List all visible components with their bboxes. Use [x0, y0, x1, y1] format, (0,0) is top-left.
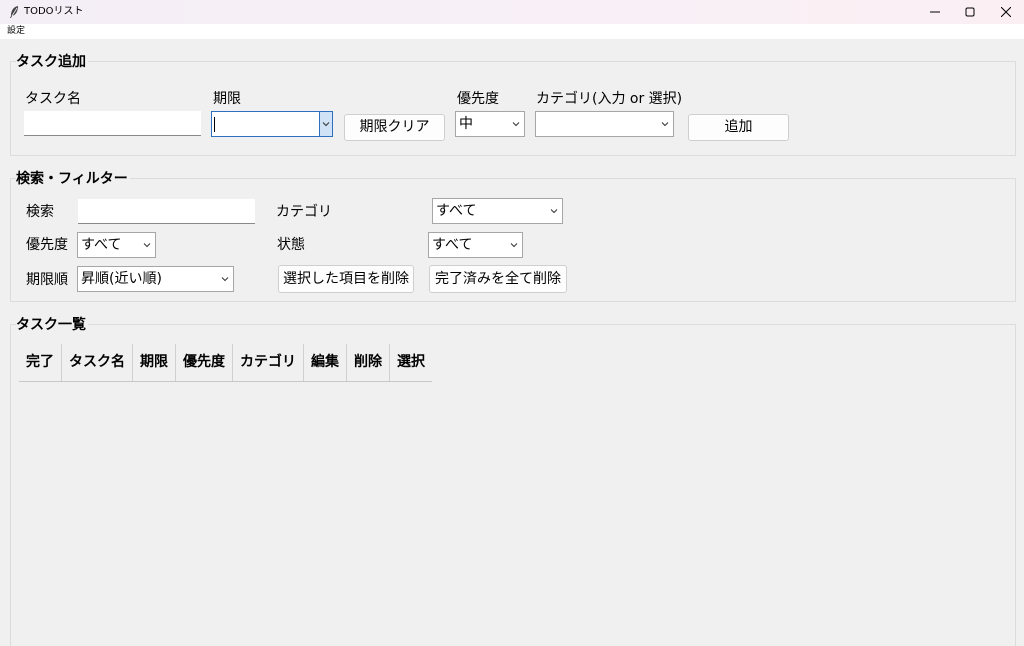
priority-label: 優先度 [457, 91, 499, 107]
search-input[interactable] [78, 199, 255, 224]
delete-selected-button[interactable]: 選択した項目を削除 [278, 265, 414, 293]
title-bar: TODOリスト [0, 0, 1024, 24]
filter-category-label: カテゴリ [276, 204, 332, 220]
task-name-input[interactable] [24, 111, 201, 136]
clear-deadline-button[interactable]: 期限クリア [344, 114, 445, 141]
column-header-priority[interactable]: 優先度 [176, 344, 233, 381]
filter-priority-combobox[interactable]: すべて [77, 232, 156, 258]
status-combobox[interactable]: すべて [428, 232, 523, 258]
column-header-delete[interactable]: 削除 [347, 344, 390, 381]
minimize-icon [930, 11, 940, 13]
column-header-edit[interactable]: 編集 [304, 344, 347, 381]
deadline-label: 期限 [213, 91, 241, 107]
column-header-deadline[interactable]: 期限 [133, 344, 176, 381]
filter-group-title: 検索・フィルター [16, 170, 130, 188]
chevron-down-icon [512, 122, 520, 127]
filter-priority-label: 優先度 [26, 237, 68, 253]
text-caret [214, 117, 215, 132]
menu-bar: 設定 [0, 24, 1024, 39]
task-table-header: 完了 タスク名 期限 優先度 カテゴリ 編集 削除 選択 [19, 344, 432, 382]
status-label: 状態 [277, 237, 305, 253]
sort-label: 期限順 [26, 272, 68, 288]
filter-category-combobox[interactable]: すべて [432, 198, 563, 224]
add-task-button[interactable]: 追加 [688, 114, 789, 141]
chevron-down-icon [510, 243, 518, 248]
add-task-group [10, 61, 1016, 156]
sort-combobox[interactable]: 昇順(近い順) [77, 266, 234, 292]
column-header-category[interactable]: カテゴリ [233, 344, 304, 381]
close-button[interactable] [989, 0, 1023, 24]
category-label: カテゴリ(入力 or 選択) [536, 91, 683, 107]
column-header-done[interactable]: 完了 [19, 344, 62, 381]
category-combobox[interactable] [535, 111, 674, 137]
search-label: 検索 [26, 204, 54, 220]
minimize-button[interactable] [918, 0, 952, 24]
chevron-down-icon [661, 122, 669, 127]
task-list-group-title: タスク一覧 [16, 316, 88, 334]
column-header-select[interactable]: 選択 [390, 344, 432, 381]
menu-settings[interactable]: 設定 [7, 25, 25, 38]
chevron-down-icon [221, 277, 229, 282]
window-title: TODOリスト [24, 6, 84, 17]
close-icon [1001, 7, 1011, 17]
chevron-down-icon [550, 209, 558, 214]
app-window: TODOリスト 設定 タスク追加 タスク名 期限 期限クリア 優先度 中 カテゴ… [0, 0, 1024, 646]
chevron-down-icon [143, 243, 151, 248]
maximize-button[interactable] [953, 0, 987, 24]
deadline-dropdown-button[interactable] [319, 112, 332, 136]
maximize-icon [965, 7, 975, 17]
task-name-label: タスク名 [25, 91, 81, 107]
column-header-task-name[interactable]: タスク名 [62, 344, 133, 381]
priority-combobox[interactable]: 中 [455, 111, 525, 137]
delete-completed-button[interactable]: 完了済みを全て削除 [429, 265, 567, 293]
add-task-group-title: タスク追加 [16, 53, 88, 71]
deadline-combobox[interactable] [211, 111, 333, 137]
chevron-down-icon [322, 122, 330, 127]
feather-icon [10, 6, 18, 18]
